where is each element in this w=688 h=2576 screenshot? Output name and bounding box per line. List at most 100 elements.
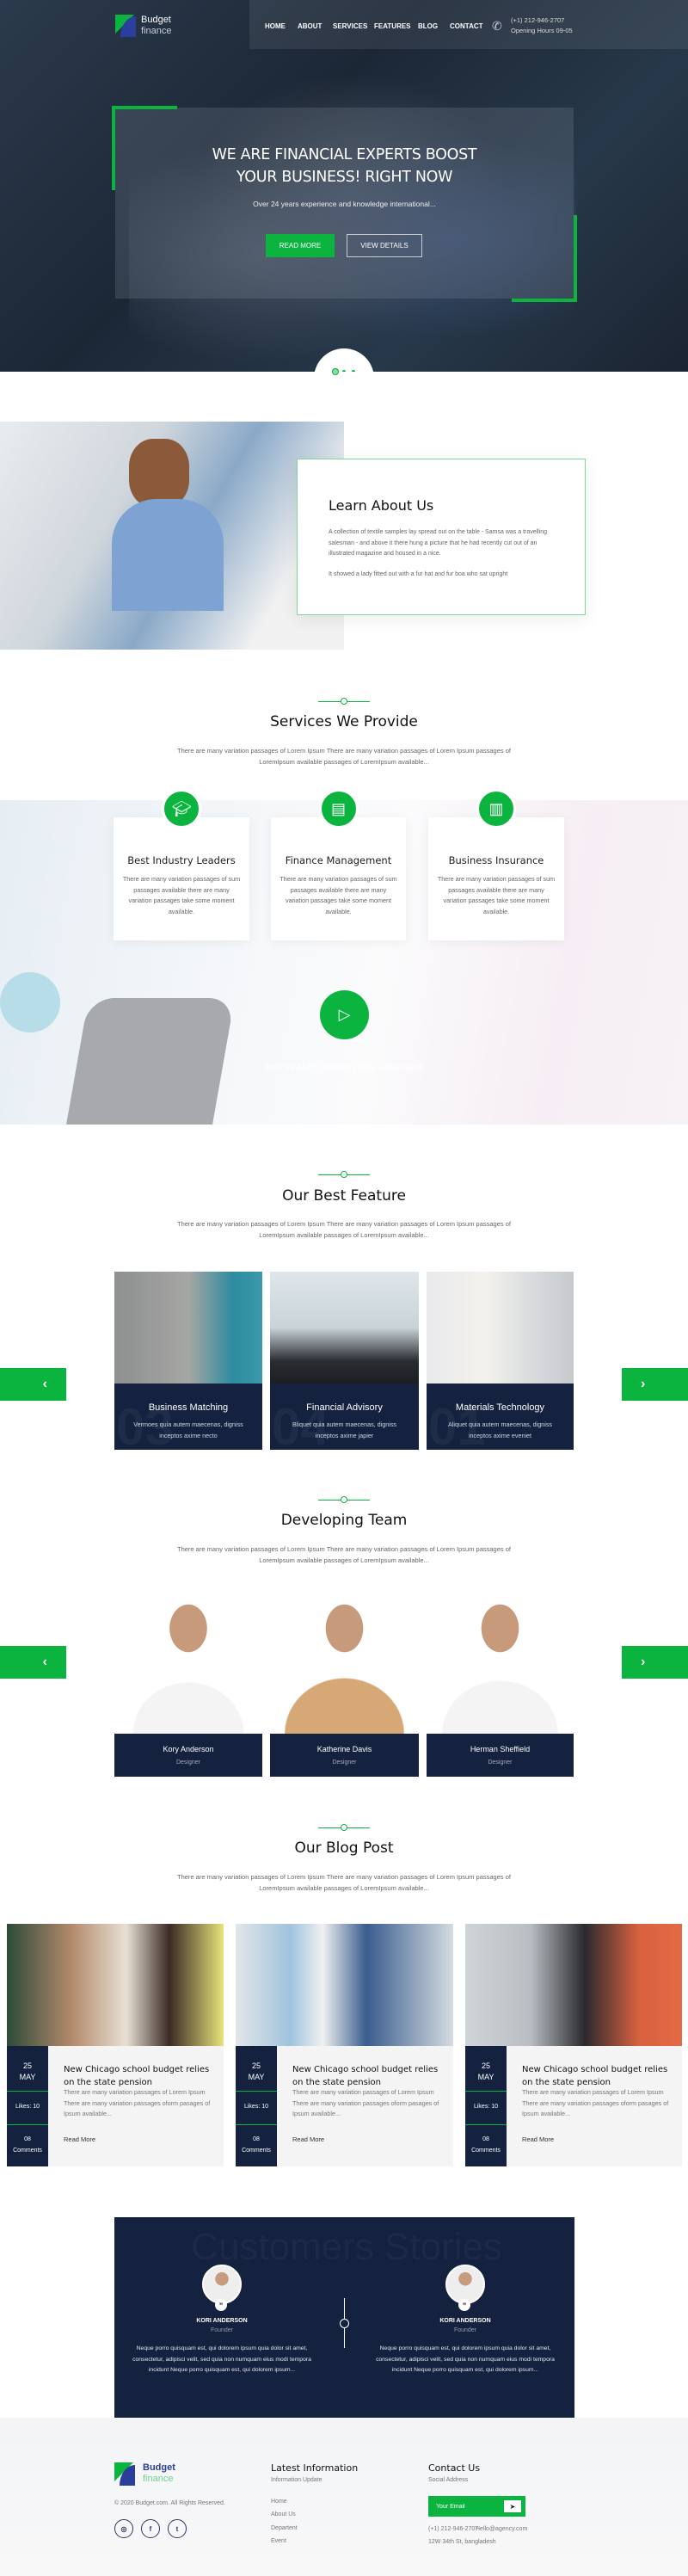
team-prev-button[interactable]: ‹: [0, 1646, 66, 1679]
read-more-link[interactable]: Read More: [522, 2135, 554, 2143]
blog-image: [236, 1924, 453, 2046]
team-photo: [427, 1599, 574, 1734]
blog-card: 25 MAY Likes: 10 08 Comments New Chicago…: [236, 1924, 453, 2166]
blog-meta-column: 25 MAY Likes: 10 08 Comments: [7, 2046, 48, 2166]
blog-likes: Likes: 10: [15, 2104, 40, 2110]
email-subscribe: ➤: [428, 2496, 525, 2517]
header-hours: Opening Hours 09-05: [511, 27, 573, 34]
blog-card: 25 MAY Likes: 10 08 Comments New Chicago…: [465, 1924, 682, 2166]
logo-line2: finance: [141, 26, 172, 36]
feature-card[interactable]: 01 Materials Technology Aliquet quia autem…: [427, 1272, 574, 1450]
footer-logo-line2: finance: [143, 2474, 174, 2484]
testimonial-name: KORI ANDERSON: [196, 2318, 248, 2324]
feature-text: Aliquet quia autem maecenas, digniss inc…: [447, 1420, 553, 1439]
bracket-top: [112, 106, 177, 109]
blog-month: MAY: [248, 2073, 265, 2081]
blog-likes: Likes: 10: [473, 2104, 499, 2110]
logo-mark-icon: [114, 2462, 135, 2486]
testimonials-section: Customers Stories ” KORI ANDERSON Founde…: [114, 2217, 574, 2418]
blog-day: 25: [22, 2061, 32, 2070]
view-details-button[interactable]: VIEW DETAILS: [347, 234, 422, 257]
nav-home[interactable]: HOME: [265, 22, 286, 30]
blog-day: 25: [481, 2061, 490, 2070]
footer-link-department[interactable]: Departent: [271, 2525, 298, 2531]
chevron-left-icon: ‹: [42, 1655, 47, 1669]
feature-title: Financial Advisory: [306, 1402, 383, 1413]
team-card[interactable]: Herman Sheffield Designer: [427, 1599, 574, 1777]
blog-image: [7, 1924, 224, 2046]
member-role: Designer: [488, 1759, 513, 1766]
play-video-button[interactable]: ▷: [320, 990, 369, 1039]
blog-excerpt: There are many variation passages of Lor…: [64, 2088, 211, 2117]
section-divider: [318, 1824, 370, 1831]
services-subtitle: There are many variation passages of Lor…: [177, 747, 511, 766]
nav-blog[interactable]: BLOG: [418, 22, 438, 30]
blog-month: MAY: [19, 2073, 36, 2081]
feature-text: Bliquet quia autem maecenas, digniss inc…: [292, 1420, 397, 1439]
team-photo: [114, 1599, 262, 1734]
footer-logo[interactable]: Budget finance: [114, 2462, 183, 2487]
team-next-button[interactable]: ›: [622, 1646, 688, 1679]
testimonial-text: Neque porro quisquam est, qui dolorem ip…: [132, 2345, 311, 2373]
hero-bottom-edge: [0, 372, 688, 387]
footer-logo-line1: Budget: [143, 2462, 175, 2473]
bracket-bottom: [512, 299, 577, 302]
team-subtitle: There are many variation passages of Lor…: [177, 1545, 511, 1564]
read-more-link[interactable]: Read More: [292, 2135, 324, 2143]
background-arm: [66, 998, 235, 1125]
latest-info-subtitle: Information Update: [271, 2477, 322, 2483]
blog-post-title[interactable]: New Chicago school budget relies on the …: [522, 2063, 668, 2089]
quote-icon: ”: [458, 2299, 470, 2311]
feature-card[interactable]: 04 Financial Advisory Bliquet quia autem m…: [270, 1272, 419, 1450]
phone-icon: ✆: [492, 19, 502, 33]
features-prev-button[interactable]: ‹: [0, 1368, 66, 1401]
facebook-icon[interactable]: f: [141, 2519, 160, 2538]
footer-link-event[interactable]: Event: [271, 2538, 286, 2544]
logo[interactable]: Budget finance: [115, 15, 184, 39]
testimonial-role: Founder: [210, 2327, 234, 2333]
blog-day: 25: [251, 2061, 261, 2070]
email-input[interactable]: [428, 2496, 501, 2517]
blog-post-title[interactable]: New Chicago school budget relies on the …: [292, 2063, 439, 2089]
send-button[interactable]: ➤: [504, 2500, 521, 2512]
feature-title: Materials Technology: [455, 1402, 545, 1413]
service-text: There are many variation passages of sum…: [437, 875, 556, 915]
member-role: Designer: [332, 1759, 357, 1766]
nav-contact[interactable]: CONTACT: [450, 22, 483, 30]
instagram-icon[interactable]: ◎: [114, 2519, 133, 2538]
read-more-button[interactable]: READ MORE: [266, 234, 335, 257]
blog-likes: Likes: 10: [243, 2104, 269, 2110]
blog-excerpt: There are many variation passages of Lor…: [522, 2088, 669, 2117]
member-name: Kory Anderson: [163, 1745, 214, 1753]
blog-title: Our Blog Post: [294, 1840, 394, 1857]
team-card[interactable]: Katherine Davis Designer: [270, 1599, 419, 1777]
feature-card[interactable]: 03 Business Matching Vermoes quia autem ma…: [114, 1272, 262, 1450]
testimonial-role: Founder: [453, 2327, 477, 2333]
footer-link-about[interactable]: About Us: [271, 2511, 296, 2517]
service-title: Best Industry Leaders: [127, 854, 236, 866]
slider-dot-active-marker: [332, 368, 339, 375]
service-card: ▤ Finance Management There are many vari…: [271, 789, 406, 940]
team-photo: [270, 1599, 419, 1734]
features-next-button[interactable]: ›: [622, 1368, 688, 1401]
nav-services[interactable]: SERVICES: [333, 22, 367, 30]
contact-phone: (+1) 212-946-2707: [428, 2526, 479, 2532]
feature-title: Business Matching: [148, 1402, 229, 1413]
contact-email[interactable]: Hello@agency.com: [476, 2526, 527, 2532]
video-caption: Just as AMC Theaters took advantage: [263, 1063, 425, 1073]
nav-about[interactable]: ABOUT: [298, 22, 322, 30]
service-title: Finance Management: [285, 854, 392, 866]
team-card[interactable]: Kory Anderson Designer: [114, 1599, 262, 1777]
footer-link-home[interactable]: Home: [271, 2499, 287, 2505]
blog-post-title[interactable]: New Chicago school budget relies on the …: [64, 2063, 210, 2089]
play-icon: ▷: [338, 1006, 351, 1023]
contact-subtitle: Social Address: [428, 2477, 469, 2483]
about-title: Learn About Us: [329, 497, 434, 514]
binders-icon: ▥: [476, 789, 516, 829]
nav-features[interactable]: FEATURES: [374, 22, 411, 30]
section-divider: [318, 1171, 370, 1178]
chevron-right-icon: ›: [641, 1377, 646, 1391]
blog-comments-count: 08: [253, 2136, 260, 2142]
twitter-icon[interactable]: t: [168, 2519, 187, 2538]
read-more-link[interactable]: Read More: [64, 2135, 95, 2143]
